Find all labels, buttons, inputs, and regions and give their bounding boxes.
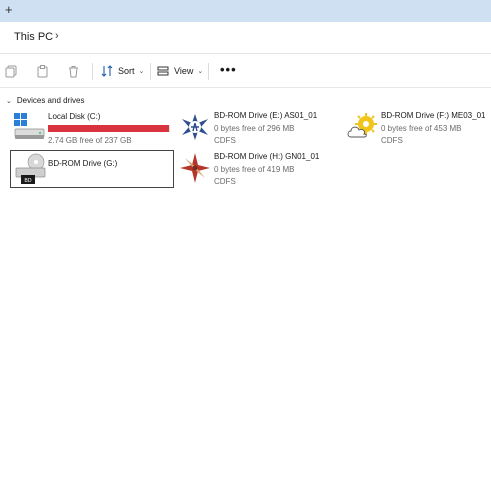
drive-name: Local Disk (C:) bbox=[48, 112, 101, 121]
tab-strip: + bbox=[0, 0, 491, 22]
address-bar[interactable]: This PC › bbox=[0, 22, 491, 54]
new-tab-button[interactable]: + bbox=[5, 2, 13, 18]
capacity-bar bbox=[48, 125, 170, 132]
view-label: View bbox=[174, 66, 194, 76]
delete-icon[interactable] bbox=[67, 65, 80, 78]
drive-filesystem: CDFS bbox=[381, 136, 403, 145]
sort-icon bbox=[101, 65, 113, 77]
more-options-button[interactable]: ••• bbox=[220, 62, 237, 77]
drive-item-h[interactable]: BD-ROM Drive (H:) GN01_01 0 bytes free o… bbox=[179, 152, 339, 188]
drive-name: BD-ROM Drive (F:) ME03_01 bbox=[381, 111, 486, 120]
section-title: Devices and drives bbox=[16, 96, 85, 105]
sort-button[interactable]: Sort ⌄ bbox=[101, 63, 144, 79]
drive-item-g[interactable]: BD BD-ROM Drive (G:) bbox=[10, 150, 174, 188]
drive-name: BD-ROM Drive (H:) GN01_01 bbox=[214, 152, 320, 161]
drive-item-c[interactable]: Local Disk (C:) 2.74 GB free of 237 GB bbox=[13, 112, 173, 148]
toolbar-separator bbox=[150, 63, 151, 80]
drive-free-space: 0 bytes free of 453 MB bbox=[381, 124, 462, 133]
copy-icon[interactable] bbox=[5, 65, 18, 78]
capacity-bar-fill bbox=[48, 125, 169, 132]
hard-drive-icon bbox=[14, 113, 45, 139]
bd-badge: BD bbox=[24, 178, 31, 184]
sort-label: Sort bbox=[118, 66, 135, 76]
view-icon bbox=[157, 66, 169, 76]
drive-free-space: 0 bytes free of 296 MB bbox=[214, 124, 295, 133]
command-bar: Sort ⌄ View ⌄ ••• bbox=[0, 54, 491, 88]
optical-drive-icon: BD bbox=[15, 153, 46, 184]
drive-free-space: 0 bytes free of 419 MB bbox=[214, 165, 295, 174]
drive-free-space: 2.74 GB free of 237 GB bbox=[48, 136, 132, 145]
chevron-down-icon: ⌄ bbox=[138, 68, 145, 75]
breadcrumb-this-pc[interactable]: This PC bbox=[14, 31, 53, 43]
devices-section-header[interactable]: ⌄ Devices and drives bbox=[6, 96, 84, 105]
drive-name: BD-ROM Drive (E:) AS01_01 bbox=[214, 111, 318, 120]
drive-filesystem: CDFS bbox=[214, 136, 236, 145]
breadcrumb-chevron-icon[interactable]: › bbox=[55, 30, 59, 42]
paste-icon[interactable] bbox=[36, 65, 49, 78]
chevron-down-icon: ⌄ bbox=[6, 97, 12, 105]
drive-item-e[interactable]: BD-ROM Drive (E:) AS01_01 0 bytes free o… bbox=[179, 111, 339, 147]
chevron-down-icon: ⌄ bbox=[197, 68, 204, 75]
compass-rose-icon bbox=[180, 153, 210, 183]
drive-item-f[interactable]: BD-ROM Drive (F:) ME03_01 0 bytes free o… bbox=[345, 111, 485, 147]
toolbar-separator bbox=[92, 63, 93, 80]
drive-name: BD-ROM Drive (G:) bbox=[48, 159, 118, 168]
cloud-gear-icon bbox=[347, 113, 377, 138]
airplane-icon bbox=[179, 111, 211, 143]
toolbar-separator bbox=[208, 63, 209, 80]
drive-filesystem: CDFS bbox=[214, 177, 236, 186]
view-button[interactable]: View ⌄ bbox=[157, 63, 203, 79]
